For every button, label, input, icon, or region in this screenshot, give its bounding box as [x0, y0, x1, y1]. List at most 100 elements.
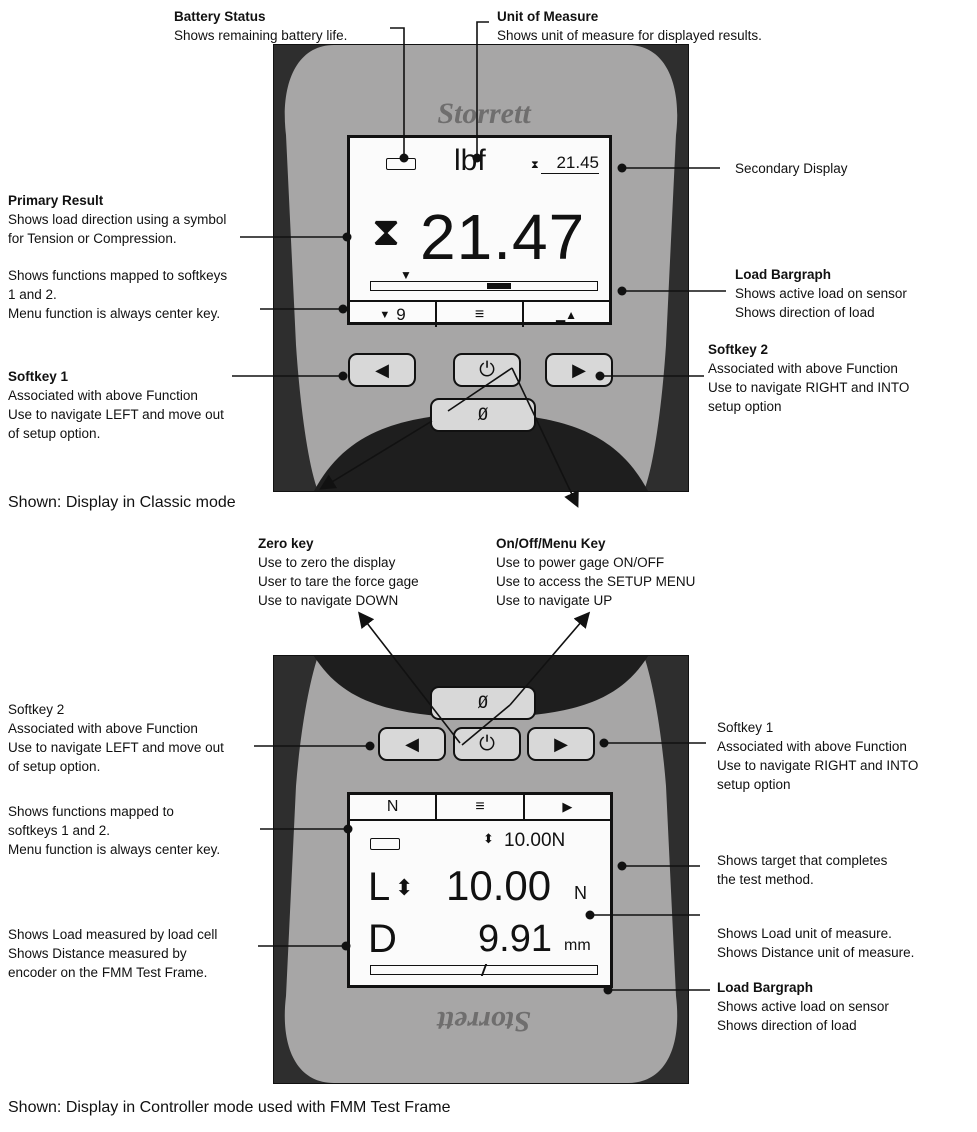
callout-line: Associated with above Function: [708, 361, 898, 376]
distance-value: 9.91: [478, 918, 552, 960]
callout-title: Softkey 1: [8, 369, 69, 384]
softkey-function-bar-bottom: N ≡ ▶: [350, 795, 610, 821]
softkey-func-left-bottom: N: [350, 795, 438, 819]
callout-load-bargraph-top: Load Bargraph Shows active load on senso…: [735, 265, 907, 322]
load-bargraph: [370, 281, 598, 291]
callout-line: Use to navigate DOWN: [258, 593, 399, 608]
callout-desc: Shows unit of measure for displayed resu…: [497, 28, 762, 43]
softkey-left-value: 9: [396, 304, 406, 324]
load-direction-icon: ⬍: [395, 875, 414, 900]
left-arrow-icon: ◀: [375, 359, 389, 380]
callout-line: Shows direction of load: [735, 305, 875, 320]
callout-title: Zero key: [258, 536, 314, 551]
callout-zero-key: Zero key Use to zero the display User to…: [258, 534, 419, 610]
callout-line: Associated with above Function: [8, 388, 198, 403]
callout-line: Use to navigate RIGHT and INTO: [717, 758, 919, 773]
zero-key-label-bottom: Ø: [477, 693, 489, 713]
callout-line: Use to navigate UP: [496, 593, 613, 608]
brand-logo-inverted: Storrett: [437, 1005, 531, 1038]
softkey-2-right-button[interactable]: ▶: [545, 353, 613, 387]
softkey-func-right-bottom: ▶: [525, 795, 610, 819]
zero-button-bottom[interactable]: Ø: [430, 686, 536, 720]
zero-key-label: Ø: [477, 405, 489, 425]
lcd-display-controller: N ≡ ▶ ⬍ 10.00N L ⬍ 10.00 N D 9.91 mm: [347, 792, 613, 988]
callout-line: of setup option.: [8, 426, 101, 441]
unit-label: lbf: [454, 144, 486, 177]
updown-icon: ⬍: [483, 831, 494, 846]
load-unit: N: [574, 883, 587, 903]
callout-line: Shows active load on sensor: [735, 286, 907, 301]
callout-line: Shows functions mapped to: [8, 804, 174, 819]
load-label: L: [368, 865, 391, 909]
callout-line: Associated with above Function: [8, 721, 198, 736]
callout-secondary-display: Secondary Display: [735, 159, 848, 178]
brand-logo: Storrett: [437, 97, 531, 130]
callout-title: Softkey 2: [708, 342, 769, 357]
callout-line: Use to access the SETUP MENU: [496, 574, 696, 589]
play-icon: ▶: [562, 799, 573, 814]
left-arrow-icon: ◀: [405, 733, 419, 754]
caption-controller-mode: Shown: Display in Controller mode used w…: [8, 1099, 451, 1116]
callout-line: User to tare the force gage: [258, 574, 419, 589]
power-menu-button[interactable]: ⏻: [453, 353, 521, 387]
callout-unit-of-measure: Unit of Measure Shows unit of measure fo…: [497, 7, 762, 45]
callout-line: encoder on the FMM Test Frame.: [8, 965, 208, 980]
callout-line: Menu function is always center key.: [8, 306, 221, 321]
callout-line: Use to power gage ON/OFF: [496, 555, 665, 570]
callout-load-cell: Shows Load measured by load cell Shows D…: [8, 925, 217, 982]
callout-title: On/Off/Menu Key: [496, 536, 606, 551]
lcd-display-classic: lbf ⧗ 21.45 ⧗ 21.47 ▼ ▼ 9 ≡ ▁▲: [347, 135, 612, 327]
softkey-func-center: ≡: [437, 302, 524, 327]
callout-line: Use to zero the display: [258, 555, 396, 570]
load-bargraph-bottom: [370, 964, 598, 976]
callout-title: Load Bargraph: [735, 267, 832, 282]
callout-softkey-2-bottom: Softkey 2 Associated with above Function…: [8, 700, 224, 776]
callout-title: Load Bargraph: [717, 980, 814, 995]
callout-line: Shows Load measured by load cell: [8, 927, 218, 942]
callout-softkey-2-top: Softkey 2 Associated with above Function…: [708, 340, 909, 416]
load-value: 10.00: [446, 862, 552, 909]
callout-softkey-1-top: Softkey 1 Associated with above Function…: [8, 367, 224, 443]
distance-label: D: [368, 917, 397, 961]
softkey-function-bar: ▼ 9 ≡ ▁▲: [350, 300, 609, 327]
callout-softkey-functions-bottom: Shows functions mapped to softkeys 1 and…: [8, 802, 220, 859]
menu-icon: ≡: [475, 798, 485, 815]
callout-line: for Tension or Compression.: [8, 231, 177, 246]
callout-line: Menu function is always center key.: [8, 842, 221, 857]
ramp-up-icon: ▁▲: [555, 307, 578, 322]
power-icon: ⏻: [479, 732, 495, 755]
secondary-value: 21.45: [541, 153, 599, 174]
direction-symbol: ⧗: [372, 210, 401, 254]
callout-line: Shows target that completes: [717, 853, 888, 868]
zero-button[interactable]: Ø: [430, 398, 536, 432]
battery-icon-bottom: [370, 838, 400, 850]
callout-line: softkeys 1 and 2.: [8, 823, 111, 838]
callout-desc: Secondary Display: [735, 161, 848, 176]
callout-line: Shows load direction using a symbol: [8, 212, 227, 227]
softkey-2-left-button[interactable]: ◀: [378, 727, 446, 761]
callout-softkey-functions-top: Shows functions mapped to softkeys 1 and…: [8, 266, 227, 323]
softkey-1-left-button[interactable]: ◀: [348, 353, 416, 387]
callout-line: of setup option.: [8, 759, 101, 774]
tension-symbol-small: ⧗: [531, 159, 539, 171]
callout-primary-result: Primary Result Shows load direction usin…: [8, 191, 226, 248]
callout-title: Battery Status: [174, 9, 266, 24]
softkey-func-left: ▼ 9: [350, 302, 437, 327]
softkey-func-right: ▁▲: [524, 302, 609, 327]
callout-title: Primary Result: [8, 193, 104, 208]
callout-desc: Shows remaining battery life.: [174, 28, 348, 43]
target-value: 10.00N: [504, 830, 566, 851]
primary-value: 21.47: [420, 201, 586, 273]
right-arrow-icon: ▶: [572, 359, 586, 380]
callout-line: Use to navigate RIGHT and INTO: [708, 380, 910, 395]
callout-line: Use to navigate LEFT and move out: [8, 740, 224, 755]
softkey-func-center-bottom: ≡: [437, 795, 525, 819]
callout-line: Shows Load unit of measure.: [717, 926, 892, 941]
distance-unit: mm: [564, 937, 591, 954]
callout-onoff-menu-key: On/Off/Menu Key Use to power gage ON/OFF…: [496, 534, 695, 610]
menu-icon: ≡: [474, 305, 485, 323]
down-arrow-icon: ▼: [379, 308, 391, 321]
softkey-1-right-button[interactable]: ▶: [527, 727, 595, 761]
battery-icon: [386, 158, 416, 170]
power-menu-button-bottom[interactable]: ⏻: [453, 727, 521, 761]
